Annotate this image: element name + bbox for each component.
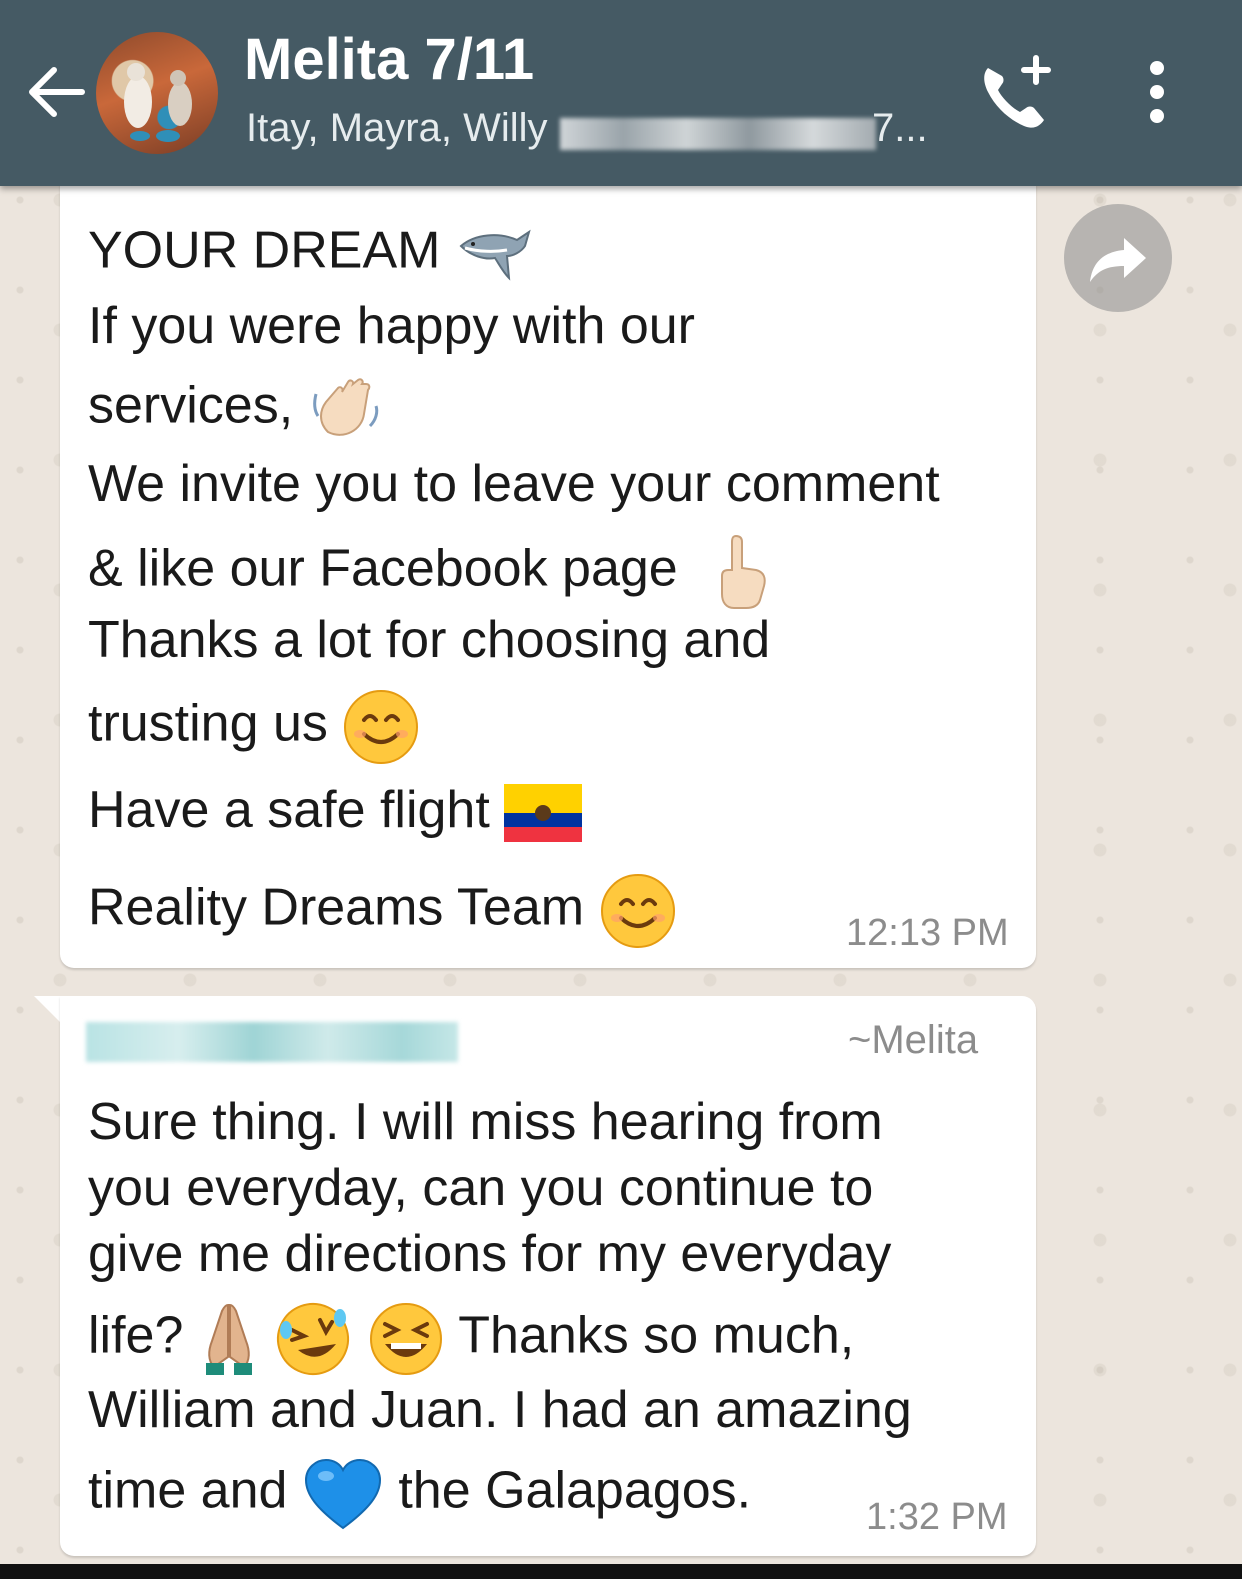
folded-hands-emoji-icon <box>205 1303 252 1375</box>
message-line: Sure thing. I will miss hearing from <box>88 1093 883 1151</box>
rolling-laughing-emoji-icon <box>277 1303 350 1375</box>
ecuador-flag-emoji-icon <box>504 784 583 843</box>
message-timestamp: 1:32 PM <box>866 1496 1008 1538</box>
chat-header: Melita 7/11 Itay, Mayra, Willy 7... <box>0 0 1242 186</box>
message-line: you everyday, can you continue to <box>88 1159 874 1217</box>
message-line: life? Thanks so much, <box>88 1300 854 1378</box>
redacted-participants <box>560 118 876 150</box>
message-line: give me directions for my everyday <box>88 1225 892 1283</box>
message-line: Reality Dreams Team <box>88 872 677 950</box>
message-line: services, <box>88 374 382 444</box>
redacted-sender-phone <box>86 1022 458 1062</box>
chat-participants-tail[interactable]: 7... <box>872 106 928 151</box>
chat-title[interactable]: Melita 7/11 <box>244 26 534 93</box>
pointing-up-emoji-icon <box>721 534 766 609</box>
shark-emoji-icon <box>459 229 531 281</box>
forward-icon <box>1090 238 1146 282</box>
forward-button[interactable] <box>1064 204 1172 312</box>
message-line: We invite you to leave your comment <box>88 455 940 513</box>
message-line: William and Juan. I had an amazing <box>88 1381 912 1439</box>
message-line: & like our Facebook page <box>88 532 776 612</box>
add-call-icon[interactable] <box>976 54 1054 134</box>
screen-bottom-edge <box>0 1564 1242 1579</box>
message-line: Thanks a lot for choosing and <box>88 611 771 669</box>
more-vert-icon[interactable] <box>1142 60 1172 124</box>
message-line: If you were happy with our <box>88 297 695 355</box>
smiling-face-emoji-icon <box>344 690 419 764</box>
grinning-squinting-emoji-icon <box>369 1303 442 1375</box>
blue-heart-emoji-icon <box>304 1458 381 1530</box>
chat-participants[interactable]: Itay, Mayra, Willy <box>246 106 548 151</box>
message-line: Have a safe flight <box>88 780 583 843</box>
waving-hand-emoji-icon <box>312 378 378 436</box>
group-avatar[interactable] <box>96 32 218 154</box>
smiling-face-emoji-icon <box>600 874 675 948</box>
message-timestamp: 12:13 PM <box>846 912 1009 954</box>
message-line: time and the Galapagos. <box>88 1456 751 1532</box>
message-author: ~Melita <box>848 1018 979 1062</box>
arrow-left-icon[interactable] <box>24 62 88 122</box>
message-line: trusting us <box>88 688 420 766</box>
message-line: YOUR DREAM <box>88 216 535 292</box>
